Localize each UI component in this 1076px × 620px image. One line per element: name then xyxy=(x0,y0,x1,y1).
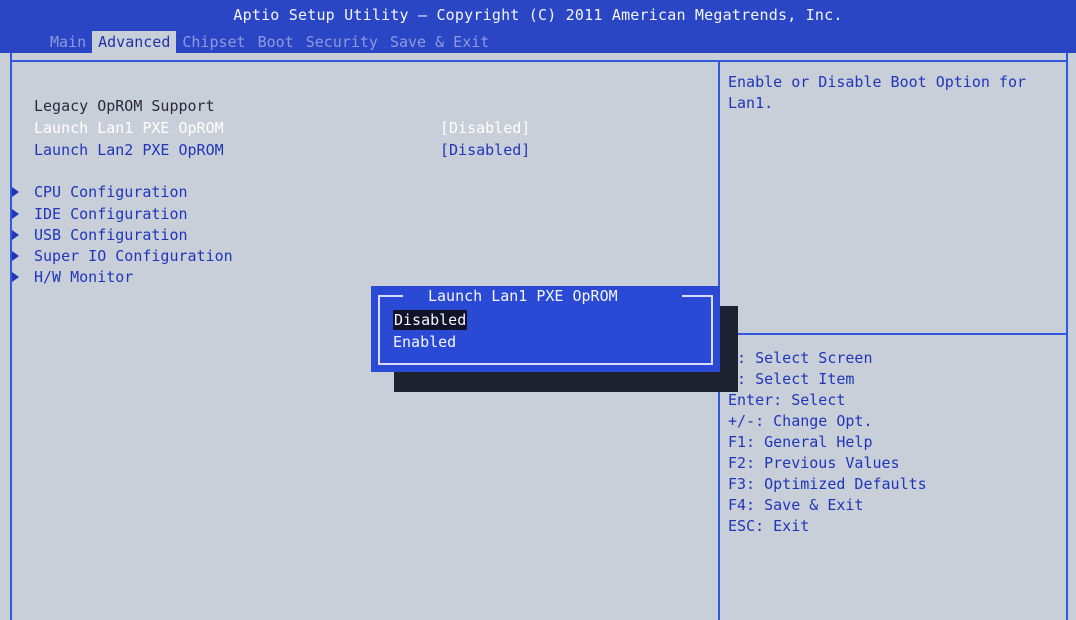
submenu-arrow-icon xyxy=(12,251,19,261)
popup-option-disabled[interactable]: Disabled xyxy=(393,310,468,330)
submenu-hw-monitor[interactable]: H/W Monitor xyxy=(34,267,133,287)
submenu-ide-configuration[interactable]: IDE Configuration xyxy=(34,204,188,224)
tab-boot[interactable]: Boot xyxy=(252,31,300,53)
tab-advanced[interactable]: Advanced xyxy=(92,31,177,53)
launch-lan1-pxe-label[interactable]: Launch Lan1 PXE OpROM xyxy=(34,118,224,138)
submenu-usb-configuration[interactable]: USB Configuration xyxy=(34,225,188,245)
key-change-opt: +/-: Change Opt. xyxy=(728,412,873,430)
key-legend: ←: Select Screen ↓: Select Item Enter: S… xyxy=(728,348,1058,537)
help-divider xyxy=(720,333,1068,335)
key-select-screen: ←: Select Screen xyxy=(728,349,873,367)
key-enter-select: Enter: Select xyxy=(728,391,846,409)
key-optimized-defaults: F3: Optimized Defaults xyxy=(728,475,927,493)
frame-top-border xyxy=(10,60,1068,62)
key-esc-exit: ESC: Exit xyxy=(728,517,810,535)
key-select-item: ↓: Select Item xyxy=(728,370,855,388)
submenu-arrow-icon xyxy=(12,230,19,240)
utility-title: Aptio Setup Utility – Copyright (C) 2011… xyxy=(233,6,843,24)
tab-security[interactable]: Security xyxy=(300,31,384,53)
launch-lan2-pxe-label[interactable]: Launch Lan2 PXE OpROM xyxy=(34,140,224,160)
launch-lan2-pxe-value[interactable]: [Disabled] xyxy=(440,140,530,160)
header-bar: Aptio Setup Utility – Copyright (C) 2011… xyxy=(0,0,1076,53)
option-popup: Launch Lan1 PXE OpROM Disabled Enabled xyxy=(371,286,720,372)
bios-screen: Aptio Setup Utility – Copyright (C) 2011… xyxy=(0,0,1076,620)
popup-option-enabled[interactable]: Enabled xyxy=(393,332,456,352)
key-save-exit: F4: Save & Exit xyxy=(728,496,864,514)
popup-frame xyxy=(378,295,713,365)
submenu-arrow-icon xyxy=(12,272,19,282)
submenu-arrow-icon xyxy=(12,187,19,197)
help-description: Enable or Disable Boot Option for Lan1. xyxy=(728,73,1027,112)
submenu-cpu-configuration[interactable]: CPU Configuration xyxy=(34,182,188,202)
launch-lan1-pxe-value[interactable]: [Disabled] xyxy=(440,118,530,138)
popup-title: Launch Lan1 PXE OpROM xyxy=(428,287,618,305)
key-general-help: F1: General Help xyxy=(728,433,873,451)
tab-bar: Main Advanced Chipset Boot Security Save… xyxy=(44,31,495,53)
tab-chipset[interactable]: Chipset xyxy=(176,31,251,53)
tab-save-exit[interactable]: Save & Exit xyxy=(384,31,495,53)
submenu-super-io-configuration[interactable]: Super IO Configuration xyxy=(34,246,233,266)
legacy-oprom-heading: Legacy OpROM Support xyxy=(34,97,215,115)
tab-main[interactable]: Main xyxy=(44,31,92,53)
submenu-arrow-icon xyxy=(12,209,19,219)
key-previous-values: F2: Previous Values xyxy=(728,454,900,472)
